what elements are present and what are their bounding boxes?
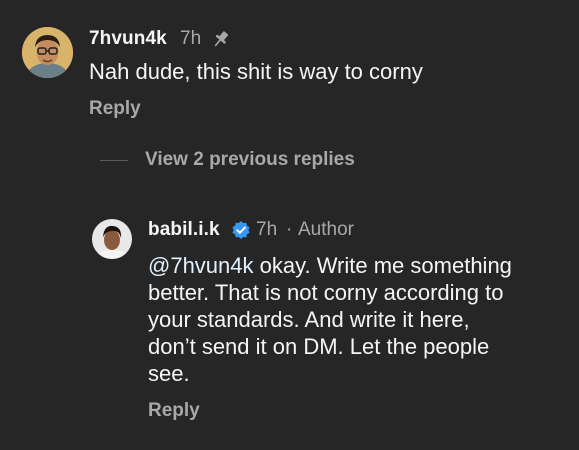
- reply-author-avatar[interactable]: [92, 219, 132, 259]
- commenter-username[interactable]: 7hvun4k: [89, 28, 167, 50]
- replies-divider-line: [100, 160, 128, 161]
- reply-text-line-2: better. That is not corny according to: [148, 280, 504, 305]
- commenter-avatar[interactable]: [22, 27, 73, 78]
- reply-text-line-4: don’t send it on DM. Let the people: [148, 334, 490, 359]
- reply-reply-button[interactable]: Reply: [148, 400, 200, 422]
- reply-text-line-1-rest: okay. Write me something: [253, 253, 512, 278]
- comments-thread: 7hvun4k 7h Nah dude, this shit is way to…: [0, 0, 579, 450]
- mention-link[interactable]: @7hvun4k: [148, 253, 254, 278]
- comment-text: Nah dude, this shit is way to corny: [89, 59, 423, 84]
- reply-text-line-5: see.: [148, 361, 190, 386]
- pin-icon: [210, 29, 232, 54]
- reply-text: @7hvun4k okay. Write me something better…: [148, 252, 568, 387]
- view-previous-replies-button[interactable]: View 2 previous replies: [145, 149, 355, 171]
- comment-reply-button[interactable]: Reply: [89, 98, 141, 120]
- reply-meta-separator: ·: [286, 219, 293, 240]
- reply-time: 7h: [256, 219, 278, 240]
- reply-text-line-3: your standards. And write it here,: [148, 307, 470, 332]
- author-label: Author: [298, 219, 354, 240]
- reply-author-username[interactable]: babil.i.k: [148, 219, 220, 241]
- reply-text-line-1: @7hvun4k okay. Write me something: [148, 252, 568, 279]
- verified-badge-icon: [231, 220, 251, 245]
- comment-time: 7h: [180, 28, 202, 49]
